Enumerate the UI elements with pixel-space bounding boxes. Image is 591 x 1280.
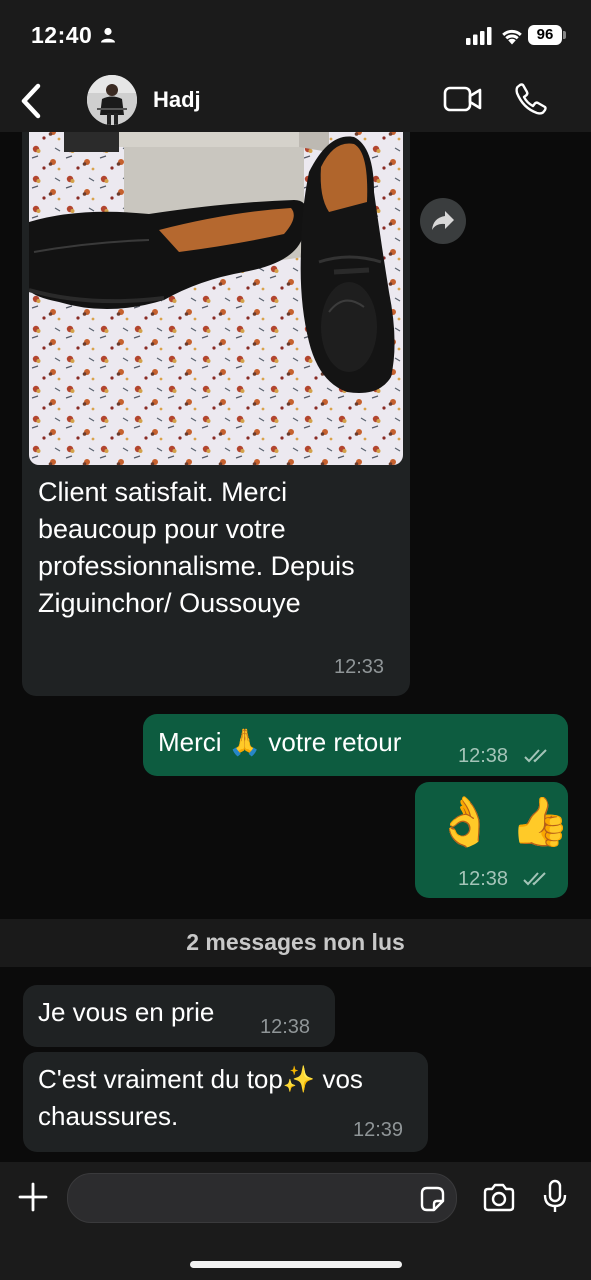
chat-area[interactable]: Client satisfait. Merci beaucoup pour vo… bbox=[0, 132, 591, 1162]
incoming-message[interactable]: Je vous en prie 12:38 bbox=[23, 985, 335, 1047]
video-call-icon[interactable] bbox=[443, 84, 483, 114]
home-indicator bbox=[190, 1261, 402, 1268]
message-timestamp: 12:33 bbox=[334, 656, 385, 678]
plus-icon[interactable] bbox=[18, 1182, 48, 1212]
ok-thumbs-up-emoji: 👌 👍 bbox=[435, 794, 570, 850]
wifi-icon bbox=[502, 29, 522, 45]
message-timestamp: 12:38 bbox=[458, 868, 509, 890]
phone-call-icon[interactable] bbox=[514, 82, 548, 116]
forward-button[interactable] bbox=[420, 198, 466, 244]
microphone-icon[interactable] bbox=[542, 1179, 568, 1215]
cellular-signal-icon bbox=[466, 27, 492, 45]
forward-arrow-icon bbox=[432, 211, 454, 230]
contact-avatar[interactable] bbox=[87, 75, 137, 125]
battery-indicator: 96 bbox=[528, 25, 562, 45]
message-input-field[interactable] bbox=[67, 1173, 457, 1223]
sticker-icon[interactable] bbox=[418, 1185, 446, 1213]
message-input[interactable] bbox=[82, 1182, 406, 1214]
chat-header: Hadj bbox=[0, 70, 591, 132]
outgoing-emoji-message[interactable]: 👌 👍 12:38 bbox=[415, 782, 570, 898]
message-text-part: vos bbox=[322, 1064, 363, 1094]
sparkles-emoji: ✨ bbox=[282, 1065, 316, 1095]
incoming-message[interactable]: C'est vraiment du top✨ vos chaussures. 1… bbox=[23, 1052, 428, 1152]
camera-icon[interactable] bbox=[482, 1183, 516, 1213]
read-receipt-icon bbox=[524, 749, 547, 763]
person-icon bbox=[101, 27, 115, 43]
avatar-photo bbox=[87, 75, 137, 125]
shoes-photo[interactable] bbox=[29, 132, 403, 465]
message-text: Merci 🙏 votre retour bbox=[158, 724, 401, 762]
message-text: Je vous en prie bbox=[38, 997, 215, 1027]
unread-messages-divider: 2 messages non lus bbox=[0, 919, 591, 967]
message-timestamp: 12:38 bbox=[458, 745, 509, 767]
message-timestamp: 12:38 bbox=[260, 1016, 311, 1038]
incoming-image-message[interactable]: Client satisfait. Merci beaucoup pour vo… bbox=[22, 132, 410, 696]
image-caption: Client satisfait. Merci beaucoup pour vo… bbox=[38, 477, 355, 618]
battery-tip bbox=[563, 31, 566, 39]
message-text-line: chaussures. bbox=[38, 1101, 179, 1131]
message-text-part: votre retour bbox=[268, 727, 402, 757]
unread-label: 2 messages non lus bbox=[186, 929, 405, 955]
message-text-line: C'est vraiment du top✨ vos bbox=[38, 1061, 363, 1099]
status-time: 12:40 bbox=[31, 22, 93, 48]
praying-hands-emoji: 🙏 bbox=[228, 728, 262, 758]
message-text-part: Merci bbox=[158, 727, 222, 757]
message-timestamp: 12:39 bbox=[353, 1119, 404, 1141]
outgoing-message[interactable]: Merci 🙏 votre retour 12:38 bbox=[143, 714, 568, 776]
contact-name[interactable]: Hadj bbox=[153, 87, 201, 113]
read-receipt-icon bbox=[523, 872, 546, 886]
loafers-image bbox=[29, 132, 403, 465]
message-text-part: C'est vraiment du top bbox=[38, 1064, 283, 1094]
back-chevron-icon[interactable] bbox=[16, 81, 46, 121]
status-bar: 12:40 96 bbox=[0, 0, 591, 70]
